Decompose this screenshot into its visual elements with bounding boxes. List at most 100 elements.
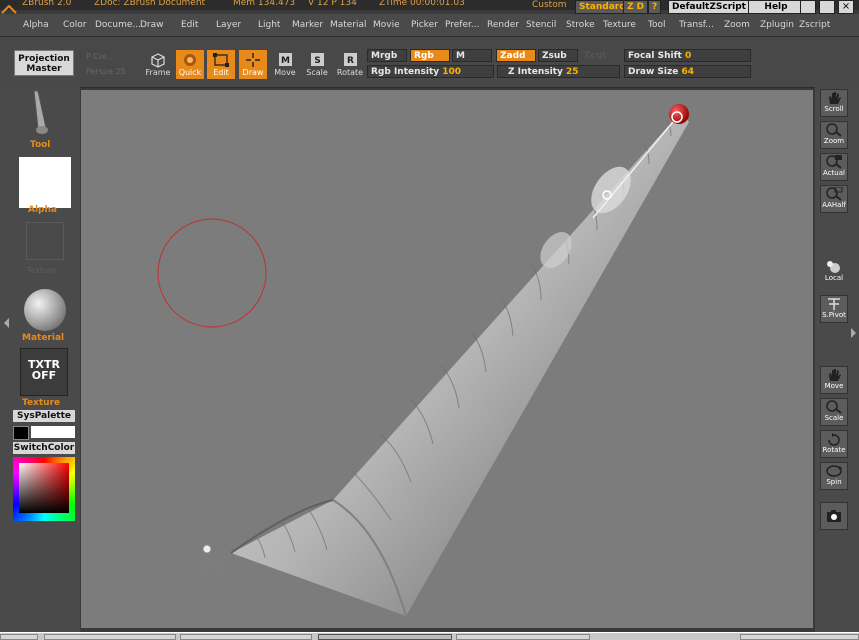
menu-movie[interactable]: Movie — [373, 20, 400, 30]
texture-label[interactable]: Texture — [22, 398, 60, 408]
menu-tool[interactable]: Tool — [648, 20, 665, 30]
aahalf-label: AAHalf — [822, 201, 846, 209]
mrgb-button[interactable]: Mrgb — [367, 49, 407, 62]
menu-zplugin[interactable]: Zplugin — [760, 20, 794, 30]
menu-texture[interactable]: Texture — [603, 20, 636, 30]
actual-button[interactable]: Actual — [820, 153, 848, 181]
frame-icon — [151, 53, 165, 68]
z-intensity-label: Z Intensity — [508, 67, 563, 77]
menu-picker[interactable]: Picker — [411, 20, 438, 30]
move-view-button[interactable]: Move — [820, 366, 848, 394]
taskbar-item-4[interactable] — [456, 634, 590, 640]
color-picker-square[interactable] — [19, 463, 69, 513]
material-label[interactable]: Material — [22, 333, 64, 343]
default-zscript-button[interactable]: DefaultZScript — [668, 0, 750, 14]
scale-view-button[interactable]: Scale — [820, 398, 848, 426]
move-icon: M — [279, 53, 292, 66]
menu-zscript[interactable]: Zscript — [799, 20, 830, 30]
tool-label[interactable]: Tool — [30, 140, 50, 150]
menu-stencil[interactable]: Stencil — [526, 20, 556, 30]
menu-edit[interactable]: Edit — [181, 20, 198, 30]
right-collapse-arrow-icon[interactable] — [851, 328, 856, 338]
left-collapse-arrow-icon[interactable] — [4, 318, 9, 328]
texture-off-button[interactable]: TXTR OFF — [20, 348, 68, 396]
edit-button[interactable]: Edit — [207, 50, 235, 79]
menu-material[interactable]: Material — [330, 20, 367, 30]
spin-icon — [826, 465, 842, 477]
standard-button[interactable]: Standard — [575, 0, 630, 14]
taskbar-item-1[interactable] — [44, 634, 176, 640]
custom-button[interactable]: Custom — [532, 0, 566, 10]
menu-marker[interactable]: Marker — [292, 20, 323, 30]
menu-color[interactable]: Color — [63, 20, 87, 30]
rotate-button[interactable]: R Rotate — [336, 50, 364, 79]
minimize-icon[interactable] — [800, 0, 816, 14]
projection-master-button[interactable]: Projection Master — [14, 50, 74, 76]
spin-button[interactable]: Spin — [820, 462, 848, 490]
spivot-button[interactable]: S.Pivot — [820, 295, 848, 323]
scroll-button[interactable]: Scroll — [820, 89, 848, 117]
menu-stroke[interactable]: Stroke — [566, 20, 595, 30]
aahalf-button[interactable]: AAHalf — [820, 185, 848, 213]
perspective-label: Perspe 25 — [86, 67, 126, 76]
focal-shift-slider[interactable]: Focal Shift 0 — [624, 49, 751, 62]
draw-size-slider[interactable]: Draw Size 64 — [624, 65, 751, 78]
canvas-render[interactable] — [81, 90, 813, 628]
svg-text:R: R — [347, 56, 354, 66]
local-label: Local — [824, 274, 844, 282]
edit-label: Edit — [213, 68, 229, 77]
menu-light[interactable]: Light — [258, 20, 280, 30]
z-intensity-slider[interactable]: Z Intensity 25 — [497, 65, 620, 78]
close-icon[interactable]: × — [838, 0, 854, 14]
zd-button[interactable]: Z D — [623, 0, 649, 14]
snapshot-button[interactable] — [820, 502, 848, 530]
stencil-label-dim: Texture — [27, 266, 57, 275]
stroke-object[interactable] — [202, 104, 689, 617]
menu-preferences[interactable]: Prefer... — [445, 20, 479, 30]
move-button[interactable]: M Move — [271, 50, 299, 79]
document-canvas[interactable] — [81, 90, 813, 628]
texture-thumbnail-dim[interactable] — [26, 222, 64, 260]
zadd-button[interactable]: Zadd — [496, 49, 536, 62]
focal-shift-value: 0 — [684, 51, 692, 61]
start-button[interactable] — [0, 634, 38, 640]
zcut-button[interactable]: Zcut — [580, 49, 620, 62]
svg-text:M: M — [281, 56, 290, 66]
zsub-button[interactable]: Zsub — [538, 49, 578, 62]
projection-master-label-2: Master — [26, 64, 62, 74]
draw-button[interactable]: Draw — [239, 50, 267, 79]
menu-transform[interactable]: Transf... — [679, 20, 714, 30]
local-button[interactable]: Local — [820, 258, 848, 286]
menu-alpha[interactable]: Alpha — [23, 20, 49, 30]
rotate-view-button[interactable]: Rotate — [820, 430, 848, 458]
rgb-button[interactable]: Rgb — [410, 49, 450, 62]
rgb-intensity-slider[interactable]: Rgb Intensity 100 — [367, 65, 494, 78]
menu-document[interactable]: Docume... — [95, 20, 141, 30]
taskbar-item-2[interactable] — [180, 634, 312, 640]
secondary-color-swatch[interactable] — [31, 426, 75, 438]
menu-layer[interactable]: Layer — [216, 20, 241, 30]
quick-icon — [184, 54, 196, 66]
switchcolor-button[interactable]: SwitchColor — [13, 442, 75, 454]
m-button[interactable]: M — [452, 49, 492, 62]
menu-zoom[interactable]: Zoom — [724, 20, 750, 30]
main-color-swatch[interactable] — [13, 426, 29, 440]
restore-icon[interactable] — [819, 0, 835, 14]
frame-button[interactable]: Frame — [144, 50, 172, 79]
scale-button[interactable]: S Scale — [303, 50, 331, 79]
tool-thumbnail[interactable] — [24, 88, 64, 138]
alpha-thumbnail[interactable] — [19, 157, 71, 208]
material-sphere[interactable] — [24, 289, 66, 331]
quick-button[interactable]: Quick — [176, 50, 204, 79]
help-button[interactable]: Help — [748, 0, 804, 14]
persp-dim-button[interactable] — [820, 225, 848, 253]
syspalette-button[interactable]: SysPalette — [13, 410, 75, 422]
alpha-label[interactable]: Alpha — [28, 205, 57, 215]
question-button[interactable]: ? — [648, 0, 662, 14]
stroke-start-point[interactable] — [202, 544, 212, 554]
color-picker[interactable] — [13, 457, 75, 521]
menu-render[interactable]: Render — [487, 20, 519, 30]
zoom-button[interactable]: Zoom — [820, 121, 848, 149]
menu-draw[interactable]: Draw — [140, 20, 164, 30]
taskbar-item-3[interactable] — [318, 634, 452, 640]
